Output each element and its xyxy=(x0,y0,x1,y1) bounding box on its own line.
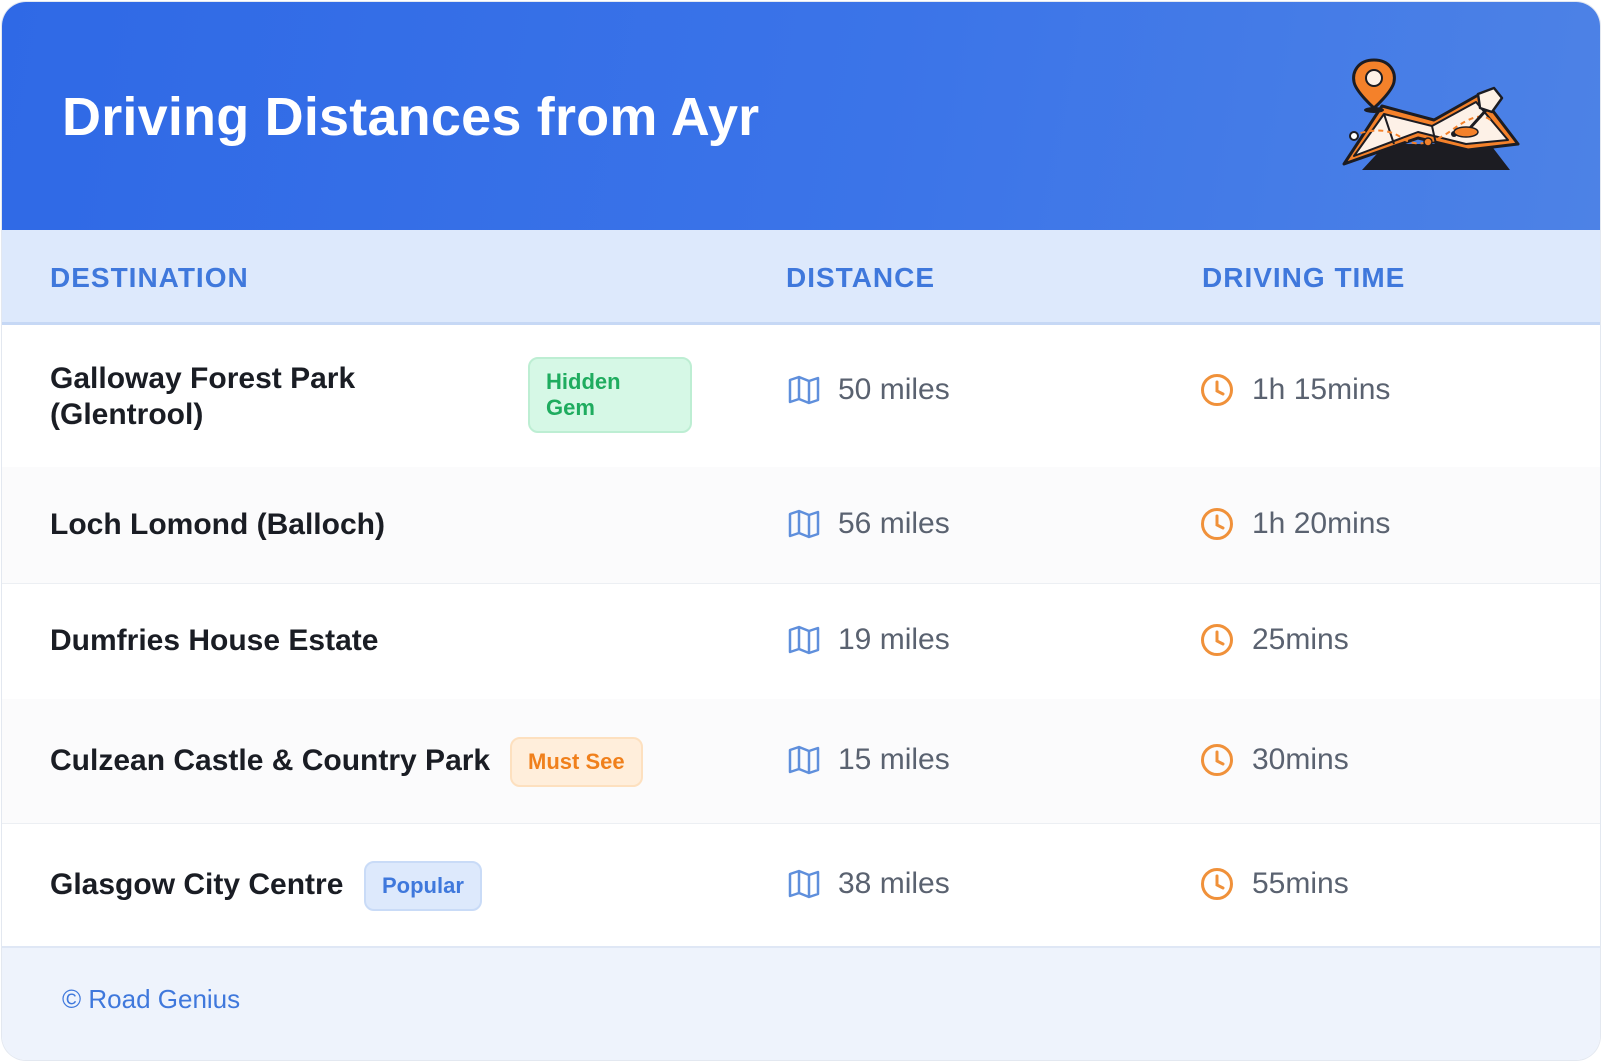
column-header-driving-time: DRIVING TIME xyxy=(1202,262,1406,293)
map-icon xyxy=(788,869,820,899)
time-value: 1h 15mins xyxy=(1252,373,1391,406)
destination-name: Galloway Forest Park (Glentrool) xyxy=(50,362,356,431)
time-cell: 1h 20mins xyxy=(1200,507,1390,541)
distance-value: 15 miles xyxy=(838,743,950,776)
table-row: Dumfries House Estate 19 miles 25mins xyxy=(2,583,1600,700)
map-with-pins-illustration xyxy=(1342,58,1520,170)
time-value: 30mins xyxy=(1252,743,1349,776)
map-icon xyxy=(788,509,820,539)
clock-icon xyxy=(1201,374,1233,406)
time-value: 55mins xyxy=(1252,867,1349,900)
destination-name: Glasgow City Centre xyxy=(50,868,344,901)
distance-cell: 56 miles xyxy=(788,507,950,541)
page-title: Driving Distances from Ayr xyxy=(62,87,760,147)
time-value: 25mins xyxy=(1252,623,1349,656)
table-header: DESTINATION DISTANCE DRIVING TIME xyxy=(2,230,1600,325)
footer-credit[interactable]: © Road Genius xyxy=(62,984,240,1015)
destination-name: Culzean Castle & Country Park xyxy=(50,744,491,777)
badge-hidden-gem: Hidden Gem xyxy=(528,357,692,433)
distance-value: 38 miles xyxy=(838,867,950,900)
time-cell: 55mins xyxy=(1200,867,1349,901)
clock-icon xyxy=(1201,508,1233,540)
column-header-destination: DESTINATION xyxy=(50,262,249,293)
table-row: Glasgow City Centre Popular 38 miles 55m… xyxy=(2,823,1600,946)
table-row: Loch Lomond (Balloch) 56 miles 1h 20mins xyxy=(2,467,1600,584)
footer: © Road Genius xyxy=(2,946,1600,1060)
badge-must-see: Must See xyxy=(510,737,643,787)
distance-cell: 38 miles xyxy=(788,867,950,901)
destination-name: Loch Lomond (Balloch) xyxy=(50,508,385,541)
distance-cell: 19 miles xyxy=(788,623,950,657)
clock-icon xyxy=(1201,744,1233,776)
clock-icon xyxy=(1201,624,1233,656)
distance-card: Driving Distances from Ayr DESTINATION D… xyxy=(2,2,1600,1060)
map-icon xyxy=(788,625,820,655)
map-icon xyxy=(788,745,820,775)
column-header-distance: DISTANCE xyxy=(786,262,936,293)
distance-value: 50 miles xyxy=(838,373,950,406)
table-row: Culzean Castle & Country Park Must See 1… xyxy=(2,699,1600,824)
table-row: Galloway Forest Park (Glentrool) Hidden … xyxy=(2,325,1600,468)
clock-icon xyxy=(1201,868,1233,900)
distance-value: 19 miles xyxy=(838,623,950,656)
badge-popular: Popular xyxy=(364,861,482,911)
time-value: 1h 20mins xyxy=(1252,507,1391,540)
destination-name: Dumfries House Estate xyxy=(50,624,379,657)
time-cell: 1h 15mins xyxy=(1200,373,1390,407)
time-cell: 25mins xyxy=(1200,623,1349,657)
time-cell: 30mins xyxy=(1200,743,1349,777)
map-icon xyxy=(788,375,820,405)
distance-cell: 15 miles xyxy=(788,743,950,777)
distance-value: 56 miles xyxy=(838,507,950,540)
distance-cell: 50 miles xyxy=(788,373,950,407)
header-banner: Driving Distances from Ayr xyxy=(2,2,1600,230)
